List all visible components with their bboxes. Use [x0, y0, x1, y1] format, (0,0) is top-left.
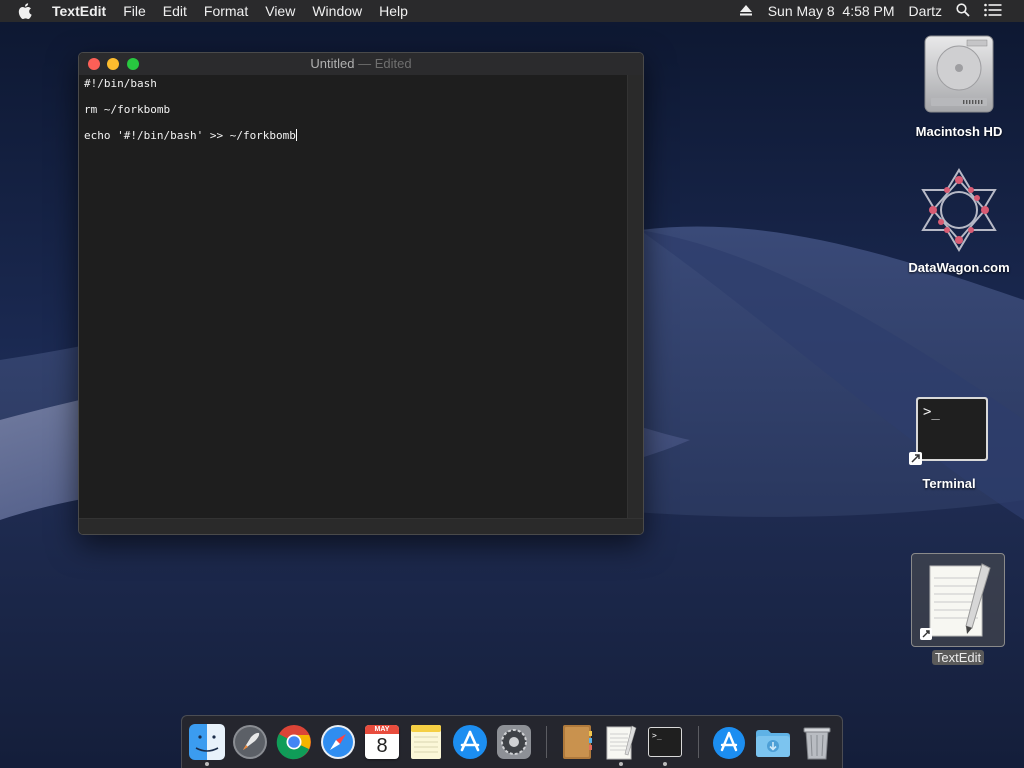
notes-icon: [411, 725, 441, 759]
desktop-icon-label: Macintosh HD: [915, 124, 1003, 139]
datawagon-logo-icon: [921, 168, 997, 252]
system-preferences-icon: [497, 725, 531, 759]
dock-notes[interactable]: [407, 723, 445, 761]
apple-menu-icon[interactable]: [18, 3, 34, 19]
running-indicator: [205, 762, 209, 766]
horizontal-scrollbar[interactable]: [79, 518, 643, 534]
hard-drive-icon: [924, 35, 994, 113]
dock-calendar[interactable]: MAY 8: [363, 723, 401, 761]
terminal-icon: >_: [648, 727, 682, 757]
document-name: Untitled: [310, 56, 355, 71]
desktop-icon-label: Terminal: [922, 476, 976, 491]
menu-window[interactable]: Window: [312, 3, 362, 19]
desktop-icon-terminal[interactable]: >_ Terminal: [904, 394, 994, 493]
terminal-icon: >_: [909, 397, 988, 465]
textedit-icon: [920, 563, 991, 640]
dock-applications-stack[interactable]: [710, 723, 748, 761]
trash-icon: [803, 727, 831, 760]
launchpad-icon: [233, 725, 267, 759]
desktop-icon-textedit[interactable]: TextEdit: [906, 553, 1010, 667]
window-title-bar[interactable]: Untitled — Edited: [79, 53, 643, 75]
window-title: Untitled — Edited: [79, 56, 643, 71]
dock-separator: [698, 726, 699, 758]
menu-clock[interactable]: Sun May 8 4:58 PM: [768, 3, 895, 19]
calendar-icon: MAY 8: [365, 725, 399, 759]
safari-icon: [321, 725, 355, 759]
dock-system-preferences[interactable]: [495, 723, 533, 761]
vertical-scrollbar[interactable]: [627, 75, 643, 521]
text-line-content: echo '#!/bin/bash' >> ~/forkbomb: [84, 129, 296, 142]
textedit-icon: [606, 725, 637, 760]
text-editor-area[interactable]: #!/bin/bash rm ~/forkbomb echo '#!/bin/b…: [79, 75, 629, 521]
menu-file[interactable]: File: [123, 3, 146, 19]
finder-icon: [189, 724, 225, 760]
app-store-icon: [453, 725, 487, 759]
app-store-downloads-icon: [713, 727, 745, 759]
menu-view[interactable]: View: [265, 3, 295, 19]
svg-text:>_: >_: [923, 404, 940, 420]
dock: MAY 8 >_: [181, 715, 843, 768]
dock-trash[interactable]: [798, 723, 836, 761]
desktop-icon-macintosh-hd[interactable]: Macintosh HD: [904, 32, 1014, 141]
dock-launchpad[interactable]: [231, 723, 269, 761]
calendar-day: 8: [376, 735, 388, 757]
edited-indicator: — Edited: [358, 56, 412, 71]
menu-format[interactable]: Format: [204, 3, 248, 19]
dock-textedit[interactable]: [602, 723, 640, 761]
menu-edit[interactable]: Edit: [163, 3, 187, 19]
dock-downloads-stack[interactable]: [754, 723, 792, 761]
text-caret: [295, 129, 297, 141]
text-line: rm ~/forkbomb: [84, 103, 171, 116]
spotlight-search-icon[interactable]: [956, 2, 970, 20]
text-line: echo '#!/bin/bash' >> ~/forkbomb: [84, 129, 629, 155]
downloads-folder-icon: [756, 730, 790, 757]
dock-contacts[interactable]: [558, 723, 596, 761]
calendar-month: MAY: [365, 725, 399, 734]
menu-bar-extras: Sun May 8 4:58 PM Dartz: [739, 0, 1024, 22]
text-line: #!/bin/bash: [84, 77, 157, 90]
dock-app-store[interactable]: [451, 723, 489, 761]
dock-terminal[interactable]: >_: [646, 723, 684, 761]
dock-safari[interactable]: [319, 723, 357, 761]
desktop-icon-label: DataWagon.com: [908, 260, 1010, 275]
dock-finder[interactable]: [188, 723, 226, 761]
running-indicator: [619, 762, 623, 766]
menu-app-name[interactable]: TextEdit: [52, 3, 106, 19]
menu-user[interactable]: Dartz: [909, 3, 942, 19]
dock-chrome[interactable]: [275, 723, 313, 761]
contacts-icon: [563, 725, 592, 759]
menu-bar: TextEdit File Edit Format View Window He…: [0, 0, 1024, 22]
eject-icon[interactable]: [739, 3, 752, 19]
notification-center-icon[interactable]: [984, 3, 1002, 20]
dock-separator: [546, 726, 547, 758]
desktop-icon-label: TextEdit: [931, 650, 985, 665]
svg-text:>_: >_: [652, 731, 662, 740]
desktop-icon-datawagon[interactable]: DataWagon.com: [900, 166, 1018, 277]
selection-highlight: [911, 553, 1005, 647]
textedit-window: Untitled — Edited #!/bin/bash rm ~/forkb…: [78, 52, 644, 535]
menu-help[interactable]: Help: [379, 3, 408, 19]
chrome-icon: [276, 725, 311, 760]
running-indicator: [663, 762, 667, 766]
